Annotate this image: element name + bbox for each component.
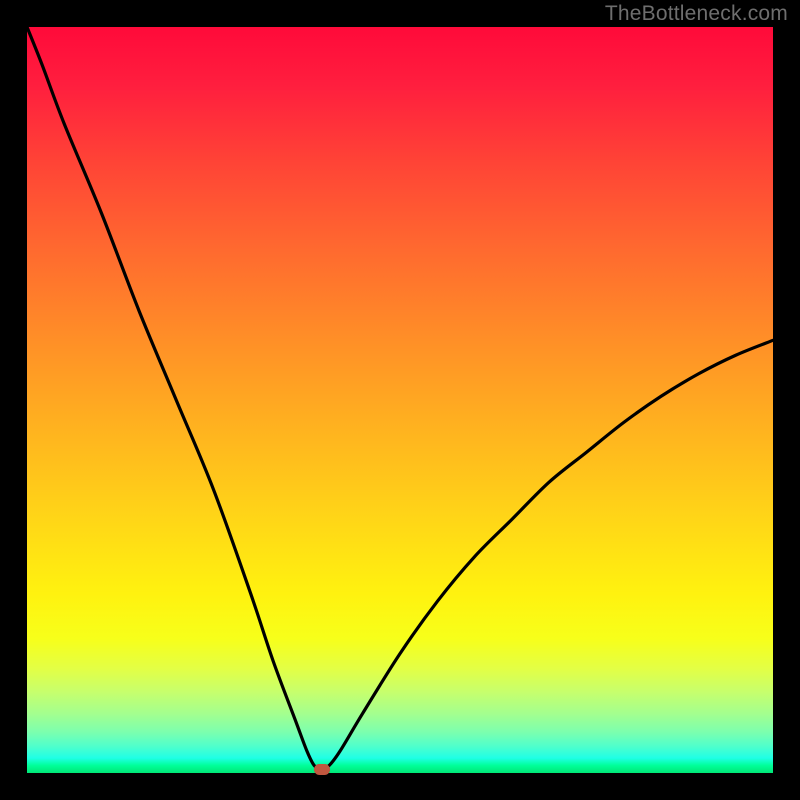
plot-area bbox=[27, 27, 773, 773]
watermark-text: TheBottleneck.com bbox=[605, 2, 788, 26]
chart-frame: TheBottleneck.com bbox=[0, 0, 800, 800]
bottleneck-curve bbox=[27, 27, 773, 773]
optimal-point-marker bbox=[314, 764, 330, 775]
